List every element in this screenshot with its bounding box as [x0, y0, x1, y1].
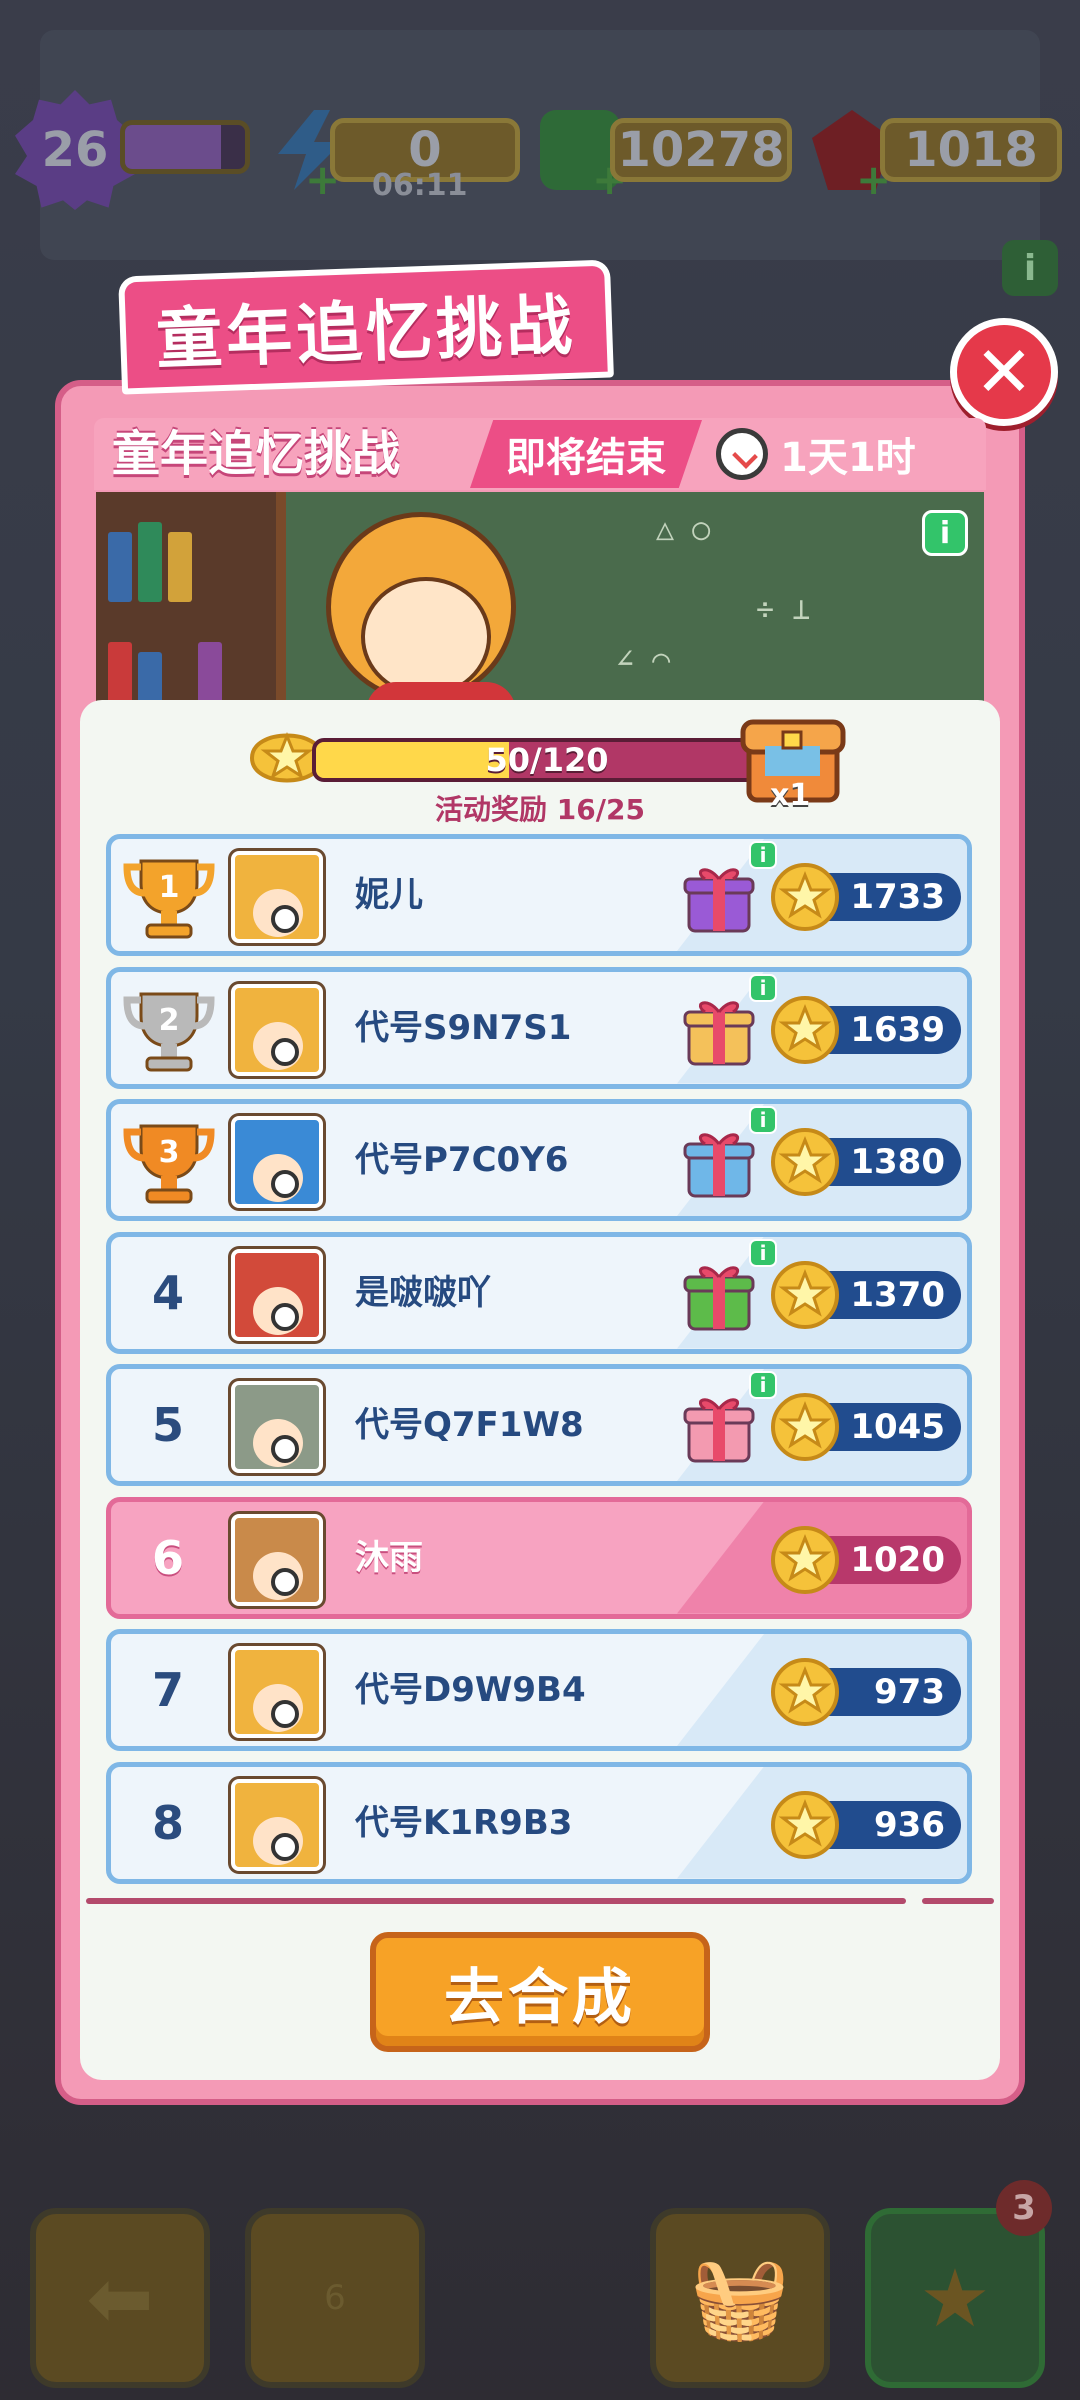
gift-box-icon[interactable]	[679, 1387, 759, 1467]
modal-title-tab: 童年追忆挑战	[118, 259, 614, 395]
star-badge: 3	[996, 2180, 1052, 2236]
player-avatar[interactable]	[231, 1116, 323, 1208]
rank-number: 4	[151, 1265, 184, 1320]
player-avatar[interactable]	[231, 1513, 323, 1606]
star-medal-icon	[771, 1790, 839, 1859]
event-progress-text: 50/120	[485, 741, 609, 779]
star-medal-icon	[771, 1260, 839, 1329]
basket-button: 🧺	[650, 2208, 830, 2388]
player-avatar[interactable]	[231, 1778, 323, 1871]
leaderboard-row[interactable]: 6 沐雨 1020	[106, 1496, 972, 1619]
go-merge-button[interactable]: 去合成	[370, 1932, 710, 2052]
star-medal-icon	[771, 995, 839, 1064]
time-left-text: 1天1时	[780, 435, 916, 481]
leaderboard-row[interactable]: 7 代号D9W9B4 973	[106, 1629, 972, 1751]
rank-1-trophy-icon: 1	[123, 859, 215, 939]
player-name: 代号S9N7S1	[355, 1007, 572, 1048]
player-name: 是啵啵吖	[355, 1272, 491, 1313]
rank-3-trophy-icon: 3	[123, 1124, 215, 1204]
gift-box-icon[interactable]	[679, 990, 759, 1070]
player-avatar[interactable]	[231, 1248, 323, 1341]
ending-soon-tag: 即将结束	[470, 420, 702, 488]
player-name: 妮儿	[355, 875, 423, 915]
leaderboard-row[interactable]: 4 是啵啵吖 i 1370	[106, 1231, 972, 1354]
player-name: 代号K1R9B3	[355, 1802, 573, 1843]
event-info-icon[interactable]: i	[922, 510, 968, 556]
star-medal-icon	[771, 1658, 839, 1726]
energy-timer: 06:11	[372, 168, 468, 203]
rank-number: 6	[151, 1530, 184, 1585]
player-name: 代号Q7F1W8	[355, 1405, 584, 1445]
player-avatar[interactable]	[231, 983, 323, 1076]
rank-number: 8	[151, 1795, 184, 1850]
trophy-rank-label: 2	[159, 1003, 180, 1038]
rank-number: 5	[151, 1398, 184, 1452]
star-medal-icon	[771, 1128, 839, 1196]
leaderboard-row[interactable]: 1 妮儿 i 1733	[106, 834, 972, 956]
star-medal-icon	[771, 1393, 839, 1461]
cash-counter: 10278	[610, 118, 792, 182]
close-button[interactable]: ✕	[950, 318, 1058, 426]
level-progress-bar	[120, 120, 250, 174]
rank-number: 7	[151, 1663, 184, 1717]
event-title: 童年追忆挑战	[112, 426, 401, 482]
back-arrow-button: ⬅	[30, 2208, 210, 2388]
trophy-count: 6	[324, 2278, 346, 2318]
trophy-button: 6	[245, 2208, 425, 2388]
clock-icon	[716, 428, 768, 480]
leaderboard-row[interactable]: 8 代号K1R9B3 936	[106, 1761, 972, 1884]
player-avatar[interactable]	[231, 1646, 323, 1738]
star-medal-icon	[771, 863, 839, 931]
trophy-rank-label: 3	[159, 1135, 180, 1170]
modal-title: 童年追忆挑战	[154, 286, 578, 379]
trophy-rank-label: 1	[159, 870, 180, 905]
star-medal-icon	[771, 1525, 839, 1594]
leaderboard-row[interactable]: 3 代号P7C0Y6 i 1380	[106, 1099, 972, 1221]
player-name: 代号P7C0Y6	[355, 1140, 569, 1180]
scrollbar-thumb[interactable]	[922, 1898, 994, 1904]
gift-box-icon[interactable]	[679, 1255, 759, 1335]
rank-2-trophy-icon: 2	[123, 992, 215, 1071]
player-avatar[interactable]	[231, 1381, 323, 1473]
list-divider	[86, 1898, 906, 1904]
player-name: 代号D9W9B4	[355, 1670, 586, 1710]
reward-progress-text: 活动奖励 16/25	[435, 793, 645, 826]
player-name: 沐雨	[355, 1537, 423, 1578]
leaderboard-row[interactable]: 2 代号S9N7S1 i 1639	[106, 966, 972, 1089]
gift-box-icon[interactable]	[679, 857, 759, 937]
background-info-icon: i	[1002, 240, 1058, 296]
player-avatar[interactable]	[231, 851, 323, 943]
gift-box-icon[interactable]	[679, 1122, 759, 1202]
leaderboard-row[interactable]: 5 代号Q7F1W8 i 1045	[106, 1364, 972, 1486]
time-left: 1天1时	[716, 420, 978, 488]
leaderboard-list[interactable]: 1 妮儿 i 1733 2 代号S9N7S1 i 1639 3 代号P7C0Y6…	[106, 834, 972, 1894]
gem-counter: 1018	[880, 118, 1062, 182]
